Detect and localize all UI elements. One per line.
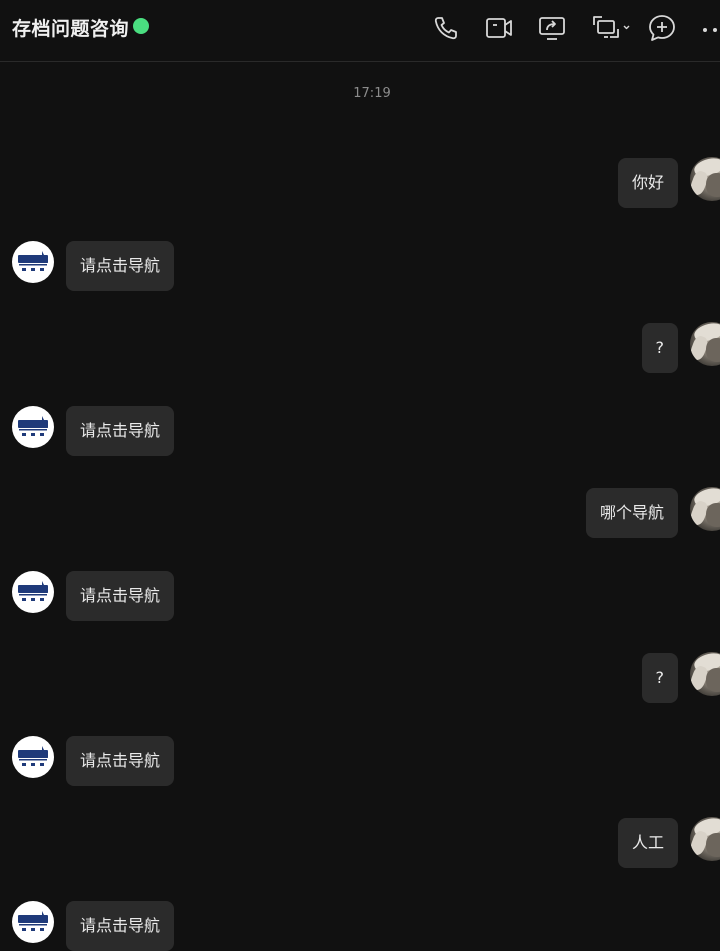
message-bubble[interactable]: 人工: [617, 818, 678, 868]
chat-header: 存档问题咨询: [0, 0, 720, 62]
user-avatar[interactable]: [690, 487, 720, 531]
sent-message: 哪个导航: [0, 487, 720, 538]
bot-avatar[interactable]: [12, 241, 54, 283]
sent-message: ?: [0, 322, 720, 373]
user-avatar[interactable]: [690, 652, 720, 696]
screen-share-icon[interactable]: [538, 14, 566, 42]
message-bubble[interactable]: 请点击导航: [66, 901, 175, 951]
received-message: 请点击导航: [0, 406, 720, 456]
more-icon[interactable]: [700, 14, 720, 42]
bot-avatar[interactable]: [12, 736, 54, 778]
message-bubble[interactable]: 请点击导航: [66, 571, 175, 621]
bot-avatar[interactable]: [12, 901, 54, 943]
received-message: 请点击导航: [0, 241, 720, 291]
video-call-icon[interactable]: [485, 14, 513, 42]
bot-avatar[interactable]: [12, 406, 54, 448]
chat-title[interactable]: 存档问题咨询: [12, 14, 129, 41]
received-message: 请点击导航: [0, 571, 720, 621]
sent-message: 人工: [0, 817, 720, 868]
sent-message: ?: [0, 652, 720, 703]
bot-avatar[interactable]: [12, 571, 54, 613]
message-timestamp: 17:19: [353, 86, 391, 101]
user-avatar[interactable]: [690, 322, 720, 366]
message-bubble[interactable]: ?: [641, 323, 678, 373]
message-bubble[interactable]: 你好: [617, 158, 678, 208]
message-bubble[interactable]: 请点击导航: [66, 241, 175, 291]
received-message: 请点击导航: [0, 736, 720, 786]
message-bubble[interactable]: ?: [641, 653, 678, 703]
add-chat-icon[interactable]: [648, 14, 676, 42]
online-status-dot: [133, 18, 149, 34]
user-avatar[interactable]: [690, 157, 720, 201]
user-avatar[interactable]: [690, 817, 720, 861]
message-bubble[interactable]: 请点击导航: [66, 406, 175, 456]
message-bubble[interactable]: 请点击导航: [66, 736, 175, 786]
phone-icon[interactable]: [432, 14, 460, 42]
sent-message: 你好: [0, 157, 720, 208]
received-message: 请点击导航: [0, 901, 720, 951]
message-bubble[interactable]: 哪个导航: [585, 488, 678, 538]
multi-device-icon[interactable]: [592, 14, 632, 42]
